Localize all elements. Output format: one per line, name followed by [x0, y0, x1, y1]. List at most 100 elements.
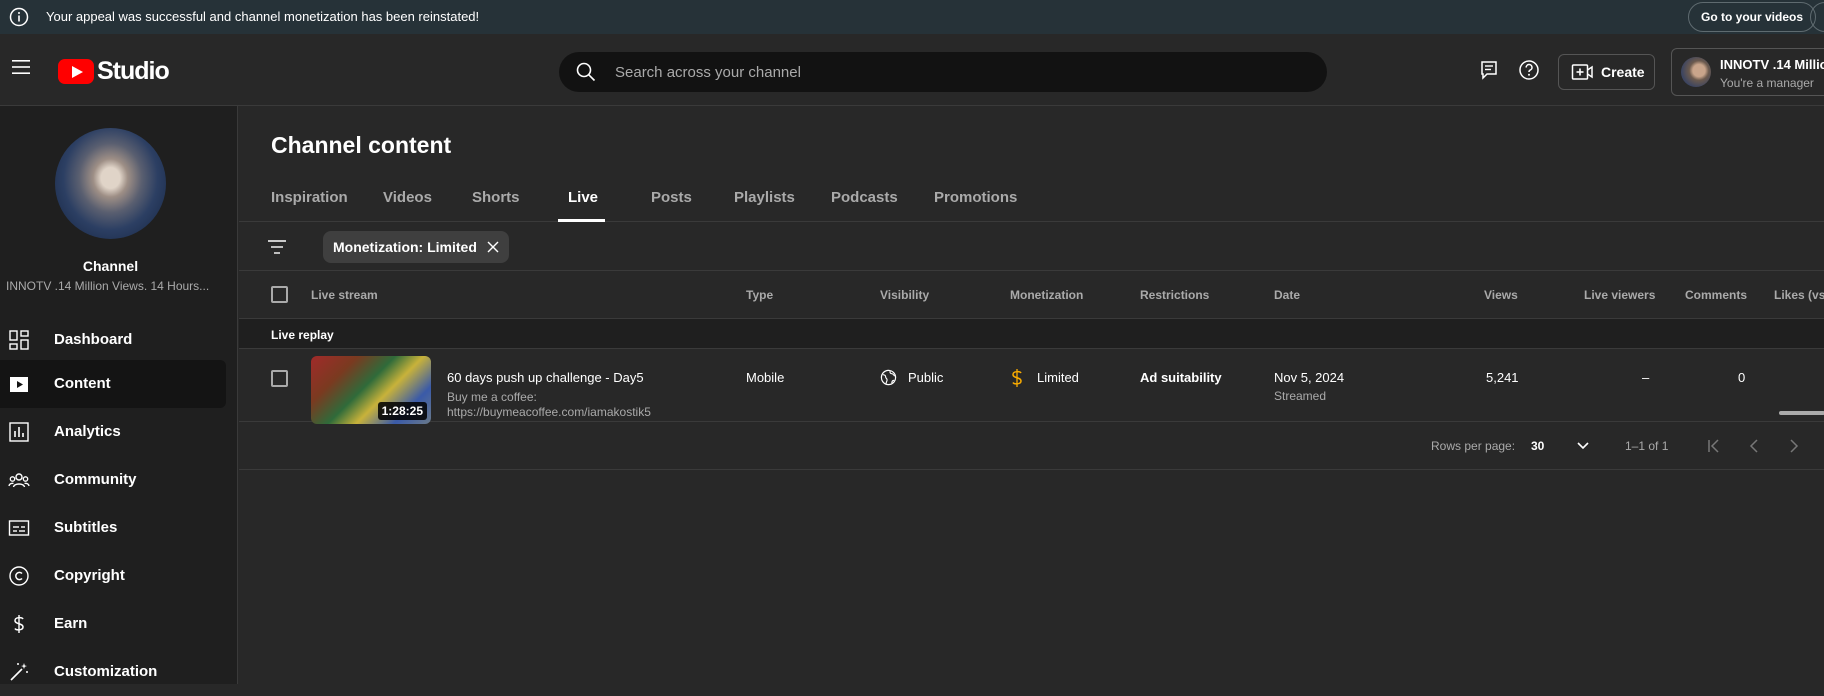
column-views[interactable]: Views	[1484, 288, 1518, 302]
create-video-icon	[1571, 64, 1593, 80]
channel-avatar[interactable]	[55, 128, 166, 239]
search-icon[interactable]	[575, 61, 597, 83]
tab-posts[interactable]: Posts	[651, 189, 692, 206]
video-type: Mobile	[746, 370, 785, 385]
monetization-filter-chip[interactable]: Monetization: Limited	[323, 231, 509, 263]
next-page-icon[interactable]	[1784, 436, 1804, 456]
first-page-icon[interactable]	[1704, 436, 1724, 456]
column-restrictions[interactable]: Restrictions	[1140, 288, 1209, 302]
notification-banner: Your appeal was successful and channel m…	[0, 0, 1824, 34]
info-icon	[9, 7, 29, 27]
views-value: 5,241	[1486, 370, 1519, 385]
tab-podcasts[interactable]: Podcasts	[831, 189, 898, 206]
subtitles-icon	[8, 520, 30, 536]
pagination-range: 1–1 of 1	[1625, 439, 1669, 453]
table-header: Live stream Type Visibility Monetization…	[239, 272, 1824, 319]
column-live-stream[interactable]: Live stream	[311, 288, 378, 302]
channel-description: INNOTV .14 Million Views. 14 Hours...	[6, 279, 210, 293]
tab-live[interactable]: Live	[568, 189, 598, 206]
column-visibility[interactable]: Visibility	[880, 288, 929, 302]
video-description-line1: Buy me a coffee:	[447, 390, 537, 404]
content-icon	[10, 377, 28, 392]
content-tabs: Inspiration Videos Shorts Live Posts Pla…	[239, 176, 1824, 222]
column-likes[interactable]: Likes (vs	[1774, 288, 1824, 302]
sidebar-item-label: Subtitles	[54, 519, 118, 536]
video-title[interactable]: 60 days push up challenge - Day5	[447, 370, 644, 385]
sidebar-item-label: Dashboard	[54, 331, 133, 348]
restrictions-value[interactable]: Ad suitability	[1140, 370, 1222, 385]
sidebar-item-label: Community	[54, 471, 137, 488]
search-input[interactable]	[615, 52, 1295, 92]
video-duration: 1:28:25	[377, 402, 427, 420]
sidebar-item-earn[interactable]: Earn	[0, 600, 226, 648]
menu-icon[interactable]	[10, 56, 32, 78]
sidebar-item-label: Content	[54, 375, 111, 392]
banner-message: Your appeal was successful and channel m…	[46, 9, 480, 24]
globe-icon	[880, 369, 897, 386]
sidebar: Channel INNOTV .14 Million Views. 14 Hou…	[0, 106, 238, 684]
date-value: Nov 5, 2024	[1274, 370, 1345, 385]
sidebar-item-community[interactable]: Community	[0, 456, 226, 504]
filter-icon[interactable]	[267, 237, 287, 257]
monetization-value[interactable]: Limited	[1037, 370, 1079, 385]
visibility-value[interactable]: Public	[908, 370, 943, 385]
account-name: INNOTV .14 Million	[1720, 57, 1824, 72]
sidebar-item-label: Copyright	[54, 567, 125, 584]
horizontal-scrollbar[interactable]	[1779, 411, 1824, 415]
dashboard-icon	[9, 330, 29, 350]
sidebar-item-subtitles[interactable]: Subtitles	[0, 504, 226, 552]
group-label: Live replay	[271, 328, 334, 342]
column-monetization[interactable]: Monetization	[1010, 288, 1083, 302]
table-row[interactable]: 1:28:25 60 days push up challenge - Day5…	[239, 350, 1824, 424]
sidebar-item-analytics[interactable]: Analytics	[0, 408, 226, 456]
group-header-live-replay: Live replay	[239, 319, 1824, 349]
sidebar-item-label: Customization	[54, 663, 158, 680]
feedback-icon[interactable]	[1478, 59, 1500, 81]
filter-bar: Monetization: Limited	[239, 223, 1824, 271]
rows-per-page-value[interactable]: 30	[1531, 439, 1544, 453]
video-description-line2: https://buymeacoffee.com/iamakostik5	[447, 405, 651, 419]
monetization-dollar-icon	[1012, 369, 1022, 387]
select-all-checkbox[interactable]	[271, 286, 288, 303]
tab-playlists[interactable]: Playlists	[734, 189, 795, 206]
sidebar-item-copyright[interactable]: Copyright	[0, 552, 226, 600]
tab-shorts[interactable]: Shorts	[472, 189, 520, 206]
column-date[interactable]: Date	[1274, 288, 1300, 302]
comments-value: 0	[1738, 370, 1746, 385]
account-switcher[interactable]: INNOTV .14 Million You're a manager	[1671, 48, 1824, 96]
date-status: Streamed	[1274, 389, 1327, 403]
pagination-bar: Rows per page: 30 1–1 of 1	[239, 422, 1824, 470]
dollar-icon	[14, 615, 24, 633]
sidebar-item-dashboard[interactable]: Dashboard	[0, 316, 226, 364]
youtube-logo-icon	[58, 59, 94, 84]
sidebar-item-label: Earn	[54, 615, 88, 632]
help-icon[interactable]	[1518, 59, 1540, 81]
create-label: Create	[1601, 64, 1645, 80]
create-button[interactable]: Create	[1558, 54, 1655, 90]
go-to-videos-button[interactable]: Go to your videos	[1688, 2, 1817, 32]
previous-page-icon[interactable]	[1744, 436, 1764, 456]
active-tab-indicator	[558, 219, 605, 222]
sidebar-item-customization[interactable]: Customization	[0, 648, 226, 696]
wand-icon	[10, 663, 28, 681]
close-icon[interactable]	[487, 241, 499, 253]
column-type[interactable]: Type	[746, 288, 773, 302]
top-header: Studio Create INNOTV .14 Million You're …	[0, 34, 1824, 106]
tab-videos[interactable]: Videos	[383, 189, 432, 206]
sidebar-item-content[interactable]: Content	[0, 360, 226, 408]
column-comments[interactable]: Comments	[1685, 288, 1747, 302]
copyright-icon	[9, 566, 29, 586]
tab-promotions[interactable]: Promotions	[934, 189, 1017, 206]
account-avatar	[1681, 57, 1711, 87]
chevron-down-icon[interactable]	[1573, 436, 1593, 456]
sidebar-item-label: Analytics	[54, 423, 121, 440]
community-icon	[8, 473, 30, 488]
logo-text: Studio	[97, 57, 170, 85]
live-viewers-value: –	[1642, 370, 1650, 385]
tab-inspiration[interactable]: Inspiration	[271, 189, 348, 206]
studio-logo[interactable]: Studio	[58, 57, 170, 86]
row-checkbox[interactable]	[271, 370, 288, 387]
account-role: You're a manager	[1720, 76, 1814, 90]
video-thumbnail[interactable]: 1:28:25	[311, 356, 431, 424]
column-live-viewers[interactable]: Live viewers	[1584, 288, 1655, 302]
